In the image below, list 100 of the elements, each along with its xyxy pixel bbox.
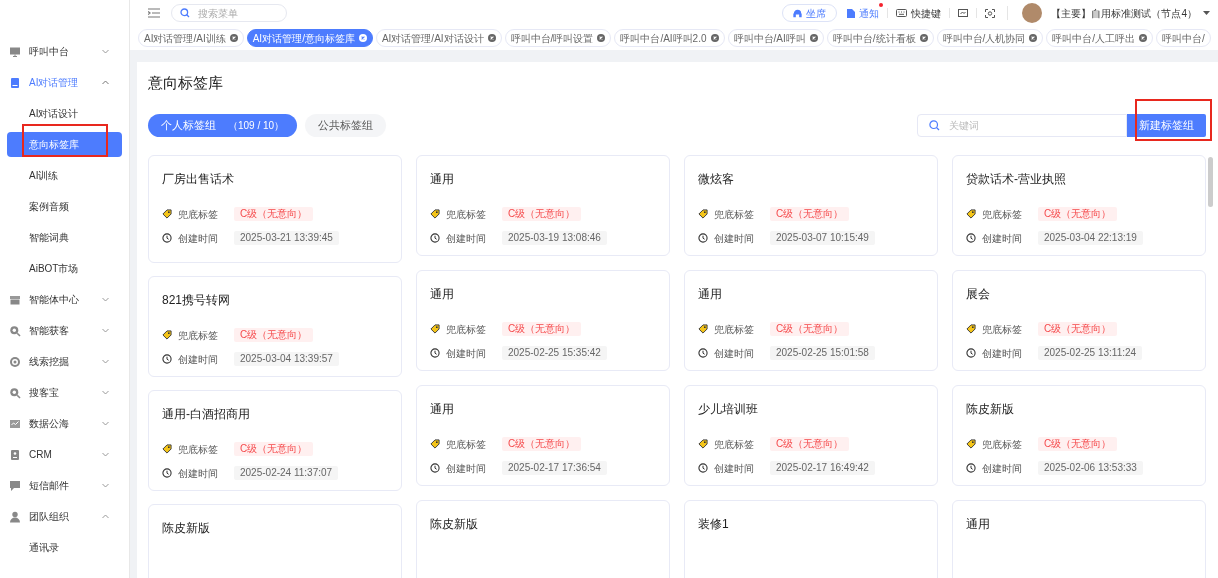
tag-icon (162, 209, 172, 219)
tag-group-card[interactable]: 装修1 (684, 500, 938, 578)
sidebar-group[interactable]: 线索挖掘 (0, 346, 129, 377)
scrollbar[interactable] (1208, 157, 1213, 207)
chevron-down-icon[interactable] (102, 359, 109, 364)
sidebar-group[interactable]: 数据公海 (0, 408, 129, 439)
caret-icon[interactable] (1203, 10, 1210, 16)
chevron-down-icon[interactable] (102, 49, 109, 54)
page-tab[interactable]: 呼叫中台/AI呼叫2.0 (614, 29, 725, 47)
sidebar-group[interactable]: AI对话管理 (0, 67, 129, 98)
sidebar-group[interactable]: 团队组织 (0, 501, 129, 532)
chevron-down-icon[interactable] (102, 452, 109, 457)
search-field[interactable]: 搜索菜单 (171, 4, 287, 22)
clock-icon (966, 348, 976, 358)
avatar[interactable] (1022, 3, 1043, 23)
tag-group-card[interactable]: 通用 (952, 500, 1206, 578)
sidebar-group[interactable]: 智能体中心 (0, 284, 129, 315)
tag-group-card[interactable]: 通用 兜底标签 C级（无意向） 创建时间 2025-02-25 15:01:58 (684, 270, 938, 371)
sidebar-group[interactable]: 短信邮件 (0, 470, 129, 501)
page-tab[interactable]: 呼叫中台/统计看板 (826, 29, 934, 47)
page-tab[interactable]: 呼叫中台/ (1156, 29, 1211, 47)
close-icon[interactable] (809, 34, 818, 42)
card-title: 通用 (698, 286, 723, 302)
chevron-down-icon[interactable] (102, 421, 109, 426)
close-icon[interactable] (1139, 34, 1148, 42)
chevron-down-icon[interactable] (102, 390, 109, 395)
menu-icon[interactable] (148, 8, 160, 18)
tag-group-card[interactable]: 通用 兜底标签 C级（无意向） 创建时间 2025-02-25 15:35:42 (416, 270, 670, 371)
close-icon[interactable] (710, 34, 719, 42)
tag-label: 兜底标签 (446, 437, 487, 452)
tag-group-card[interactable]: 厂房出售话术 兜底标签 C级（无意向） 创建时间 2025-03-21 13:39:45 (148, 155, 402, 263)
tag-label: 兜底标签 (446, 207, 487, 222)
keyword-field[interactable]: 关键词 (917, 114, 1127, 137)
tag-group-card[interactable]: 陈皮新版 (416, 500, 670, 578)
search-icon (9, 386, 21, 399)
page-tab[interactable]: 呼叫中台/人机协同 (936, 29, 1044, 47)
page-tab[interactable]: AI对话管理/意向标签库 (246, 29, 373, 47)
user-name[interactable]: 【主要】自用标准测试（节点4） (1051, 5, 1197, 21)
group-tab[interactable]: 公共标签组 (305, 114, 387, 137)
tag-group-card[interactable]: 贷款话术-营业执照 兜底标签 C级（无意向） 创建时间 2025-03-04 22:13:19 (952, 155, 1206, 256)
tag-group-card[interactable]: 陈皮新版 (148, 504, 402, 578)
new-tag-group-button[interactable]: 新建标签组 (1127, 114, 1206, 137)
chevron-up-icon[interactable] (102, 80, 109, 85)
card-title: 展会 (966, 286, 991, 302)
sidebar-item[interactable]: 意向标签库 (7, 132, 122, 157)
close-icon[interactable] (487, 34, 496, 42)
close-icon[interactable] (919, 34, 928, 42)
page-tab[interactable]: 呼叫中台/AI呼叫 (727, 29, 824, 47)
sidebar-item[interactable]: 智能词典 (7, 225, 122, 250)
scan-icon[interactable] (985, 8, 996, 18)
notice-button[interactable]: 通知 (847, 5, 880, 21)
clock-icon (966, 233, 976, 243)
person-icon (9, 510, 21, 523)
tag-group-card[interactable]: 微炫客 兜底标签 C级（无意向） 创建时间 2025-03-07 10:15:49 (684, 155, 938, 256)
monitor-icon (9, 45, 21, 58)
sidebar-group[interactable]: 呼叫中台 (0, 36, 129, 67)
page-tab[interactable]: AI对话管理/AI对话设计 (375, 29, 502, 47)
close-icon[interactable] (597, 34, 606, 42)
tag-icon (430, 439, 440, 449)
clock-icon (430, 348, 440, 358)
page-tab[interactable]: 呼叫中台/人工呼出 (1046, 29, 1154, 47)
tag-group-card[interactable]: 通用 兜底标签 C级（无意向） 创建时间 2025-03-19 13:08:46 (416, 155, 670, 256)
group-tab[interactable]: 个人标签组 （109 / 10） (148, 114, 298, 137)
chevron-down-icon[interactable] (102, 328, 109, 333)
close-icon[interactable] (229, 34, 238, 42)
sidebar-group[interactable]: 智能获客 (0, 315, 129, 346)
sidebar-item[interactable]: AiBOT市场 (7, 256, 122, 281)
tag-group-card[interactable]: 陈皮新版 兜底标签 C级（无意向） 创建时间 2025-02-06 13:53:33 (952, 385, 1206, 486)
tag-group-card[interactable]: 通用 兜底标签 C级（无意向） 创建时间 2025-02-17 17:36:54 (416, 385, 670, 486)
shortcut-button[interactable]: 快捷键 (896, 5, 942, 21)
sidebar-item[interactable]: AI对话设计 (7, 101, 122, 126)
close-icon[interactable] (1029, 34, 1038, 42)
sidebar-item[interactable]: 通讯录 (7, 535, 122, 560)
sidebar-item[interactable]: AI训练 (7, 163, 122, 188)
page-tab[interactable]: 呼叫中台/呼叫设置 (504, 29, 612, 47)
clock-icon (162, 354, 172, 364)
created-time: 2025-02-06 13:53:33 (1038, 461, 1143, 475)
tag-label: 兜底标签 (982, 437, 1023, 452)
tag-group-card[interactable]: 展会 兜底标签 C级（无意向） 创建时间 2025-02-25 13:11:24 (952, 270, 1206, 371)
tag-icon (966, 439, 976, 449)
created-time: 2025-02-25 15:01:58 (770, 346, 875, 360)
card-title: 通用 (966, 516, 991, 532)
sidebar-item[interactable]: 案例音频 (7, 194, 122, 219)
chevron-down-icon[interactable] (102, 297, 109, 302)
card-title: 通用 (430, 401, 455, 417)
chevron-up-icon[interactable] (102, 514, 109, 519)
sidebar-group[interactable]: 搜客宝 (0, 377, 129, 408)
tag-group-card[interactable]: 通用-白酒招商用 兜底标签 C级（无意向） 创建时间 2025-02-24 11:37:07 (148, 390, 402, 491)
clock-icon (430, 463, 440, 473)
tag-label: 兜底标签 (714, 437, 755, 452)
page-title: 意向标签库 (148, 73, 224, 93)
screen-icon[interactable] (958, 8, 969, 18)
sidebar-group[interactable]: CRM (0, 439, 129, 470)
time-label: 创建时间 (714, 231, 755, 246)
tag-group-card[interactable]: 少儿培训班 兜底标签 C级（无意向） 创建时间 2025-02-17 16:49:42 (684, 385, 938, 486)
chevron-down-icon[interactable] (102, 483, 109, 488)
page-tab[interactable]: AI对话管理/AI训练 (138, 29, 244, 47)
tag-group-card[interactable]: 821携号转网 兜底标签 C级（无意向） 创建时间 2025-03-04 13:39:57 (148, 276, 402, 377)
close-icon[interactable] (358, 34, 367, 42)
intent-tag: C级（无意向） (770, 437, 850, 451)
